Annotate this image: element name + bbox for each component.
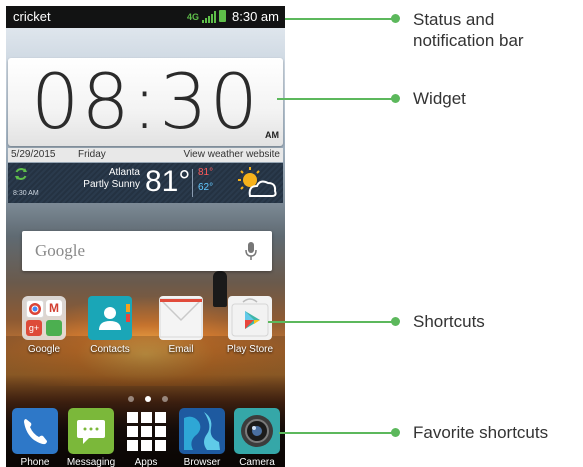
widget-day: Friday [78, 149, 106, 160]
shortcut-play-store[interactable]: Play Store [220, 296, 280, 355]
shortcut-label: Google [27, 344, 61, 355]
google-logo: Google [35, 241, 86, 260]
callout-line-widget [277, 98, 395, 100]
page-dot[interactable] [162, 396, 168, 402]
callout-dot-widget [391, 94, 400, 103]
google-plus-mini-icon: g+ [26, 320, 42, 336]
widget-time: 08:30 [30, 57, 261, 146]
signal-icon [202, 11, 216, 23]
favorite-label: Phone [20, 457, 50, 467]
refresh-icon[interactable] [14, 167, 28, 181]
shortcut-google[interactable]: M g+ Google [14, 296, 74, 355]
page-dot-active[interactable] [145, 396, 151, 402]
google-search-bar[interactable]: Google [22, 231, 272, 271]
low-temperature: 62° [198, 182, 214, 193]
status-bar[interactable]: cricket 4G 8:30 am [6, 6, 285, 28]
phone-icon [12, 408, 58, 454]
shortcut-contacts[interactable]: Contacts [80, 296, 140, 355]
high-temperature: 81° [198, 167, 214, 178]
widget-weather[interactable]: 8:30 AM Atlanta Partly Sunny 81° 81° 62° [8, 163, 283, 203]
favorite-messaging[interactable]: Messaging [63, 408, 119, 467]
favorite-label: Apps [134, 457, 158, 467]
network-type: 4G [187, 12, 200, 22]
battery-icon [219, 10, 226, 22]
callout-line-status [285, 18, 395, 20]
callout-status-line1: Status and [413, 10, 495, 29]
callout-dot-shortcuts [391, 317, 400, 326]
location-city: Atlanta [108, 167, 140, 178]
favorite-apps[interactable]: Apps [118, 408, 174, 467]
page-indicator[interactable] [124, 394, 174, 404]
shortcut-label: Contacts [90, 344, 130, 355]
contacts-icon [88, 296, 132, 340]
callout-favorites-text: Favorite shortcuts [413, 423, 549, 442]
play-store-icon [228, 296, 272, 340]
weather-website-link[interactable]: View weather website [183, 149, 280, 160]
callout-dot-favorites [391, 428, 400, 437]
phone-home-screen: cricket 4G 8:30 am 08:30 AM 5/29/2015 Fr… [6, 6, 285, 467]
carrier-name: cricket [13, 9, 51, 24]
widget-date: 5/29/2015 [11, 149, 56, 160]
callout-line-favorites [279, 432, 395, 434]
widget-clock[interactable]: 08:30 AM [8, 58, 283, 146]
callout-line-shortcuts [268, 321, 395, 323]
callout-status-line2: notification bar [413, 31, 524, 50]
apps-grid-icon [123, 408, 169, 454]
favorite-label: Browser [183, 457, 221, 467]
widget-ampm: AM [265, 130, 279, 140]
partly-sunny-icon [238, 167, 277, 197]
weather-updated-time: 8:30 AM [13, 190, 39, 197]
callout-shortcuts-text: Shortcuts [413, 312, 485, 331]
shortcut-label: Play Store [226, 344, 274, 355]
favorite-phone[interactable]: Phone [7, 408, 63, 467]
gmail-mini-icon: M [46, 300, 62, 316]
clock-weather-widget[interactable]: 08:30 AM 5/29/2015 Friday View weather w… [8, 58, 283, 206]
temperature-divider [192, 169, 193, 197]
shortcut-email[interactable]: Email [151, 296, 211, 355]
messaging-icon [68, 408, 114, 454]
favorite-label: Messaging [66, 457, 116, 467]
google-folder-icon: M g+ [22, 296, 66, 340]
callout-status-text: Status and notification bar [413, 9, 524, 51]
weather-condition: Partly Sunny [83, 179, 140, 190]
maps-mini-icon [46, 320, 62, 336]
favorite-camera[interactable]: Camera [229, 408, 285, 467]
widget-date-bar: 5/29/2015 Friday View weather website [8, 148, 283, 162]
callout-widget-text: Widget [413, 89, 466, 108]
callout-dot-status [391, 14, 400, 23]
browser-icon [179, 408, 225, 454]
current-temperature: 81° [145, 165, 191, 198]
favorite-label: Camera [239, 457, 275, 467]
weather-location: Atlanta Partly Sunny [68, 167, 140, 191]
camera-icon [234, 408, 280, 454]
status-clock: 8:30 am [232, 9, 279, 24]
mic-icon[interactable] [244, 241, 258, 261]
favorite-browser[interactable]: Browser [174, 408, 230, 467]
chrome-mini-icon [26, 300, 44, 318]
shortcut-label: Email [168, 344, 194, 355]
page-dot[interactable] [128, 396, 134, 402]
email-icon [159, 296, 203, 340]
